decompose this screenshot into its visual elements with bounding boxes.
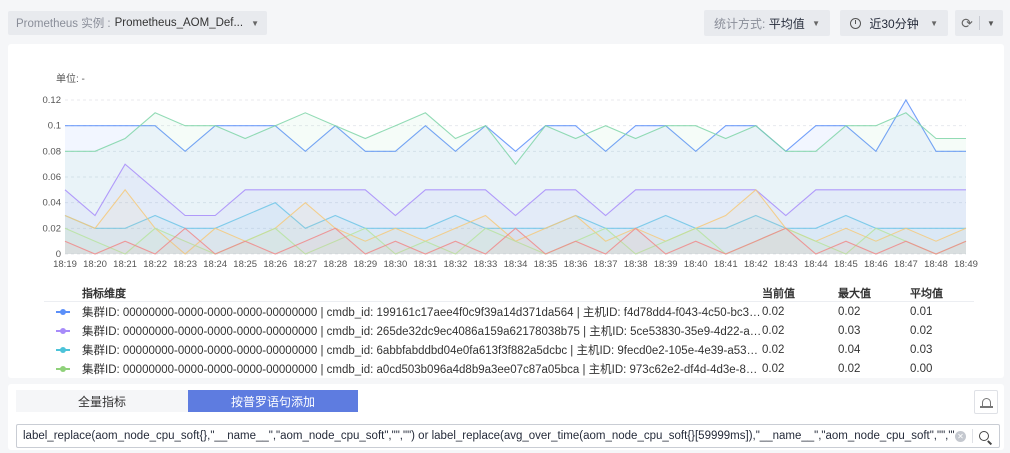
x-tick-label: 18:47 [894,259,918,270]
search-icon[interactable] [979,431,989,441]
legend-dimension: 集群ID: 00000000-0000-0000-0000-00000000 |… [82,344,762,357]
x-tick-label: 18:32 [444,259,468,270]
x-tick-label: 18:26 [263,259,287,270]
refresh-control: ⟳ ▼ [955,10,1003,36]
x-tick-label: 18:43 [774,259,798,270]
x-tick-label: 18:39 [654,259,678,270]
y-tick-label: 0.08 [43,146,62,157]
legend-current: 0.02 [762,305,785,318]
x-tick-label: 18:21 [113,259,137,270]
tab-all-metrics[interactable]: 全量指标 [16,390,188,412]
instance-select-prefix: Prometheus 实例 : [16,18,111,30]
legend-header-current: 当前值 [762,287,795,300]
time-range-select[interactable]: 近30分钟 ▼ [840,10,948,36]
legend-avg: 0.02 [910,324,933,337]
metric-area-chart: 单位: -00.020.040.060.080.10.1218:19 18:20 1… [43,72,978,270]
x-tick-label: 18:20 [83,259,107,270]
x-tick-label: 18:44 [804,259,828,270]
x-tick-label: 18:23 [173,259,197,270]
query-panel: 全量指标 按普罗语句添加 label_replace(aom_node_cpu_… [8,384,1004,450]
x-tick-label: 18:19 [53,259,77,270]
clock-icon [850,17,861,29]
y-tick-label: 0.12 [43,95,62,106]
top-toolbar: Prometheus 实例 : Prometheus_AOM_Def... ▼ … [0,0,1010,44]
legend-header-dimension: 指标维度 [82,287,126,300]
alarm-button[interactable] [974,390,998,414]
legend-row[interactable]: 集群ID: 00000000-0000-0000-0000-00000000 |… [44,302,974,321]
legend-max: 0.02 [838,305,861,318]
x-tick-label: 18:35 [534,259,558,270]
legend-dimension: 集群ID: 00000000-0000-0000-0000-00000000 |… [82,363,762,376]
time-range-value: 近30分钟 [869,16,919,31]
instance-select-value: Prometheus_AOM_Def... [114,17,244,29]
x-tick-label: 18:46 [864,259,888,270]
prometheus-instance-select[interactable]: Prometheus 实例 : Prometheus_AOM_Def... ▼ [8,11,267,35]
legend-max: 0.03 [838,324,861,337]
y-tick-label: 0.06 [43,172,62,183]
series-marker-icon [56,308,70,315]
x-tick-label: 18:45 [834,259,858,270]
legend-header-max: 最大值 [838,287,871,300]
metric-chart-card: 单位: -0 0.02 0.04 0.06 0.08 0.1 0.12 18:19 18:20 1… [8,44,1004,378]
stat-mode-value: 平均值 [768,16,805,31]
series-marker-icon [56,346,70,353]
legend-current: 0.02 [762,343,785,356]
legend-dimension: 集群ID: 00000000-0000-0000-0000-00000000 |… [82,306,762,319]
x-tick-label: 18:41 [714,259,738,270]
legend-avg: 0.01 [910,305,933,318]
tab-add-by-promql[interactable]: 按普罗语句添加 [188,390,358,412]
series-marker-icon [56,365,70,372]
x-tick-label: 18:36 [564,259,588,270]
series-marker-icon [56,327,70,334]
x-tick-label: 18:25 [233,259,257,270]
x-tick-label: 18:49 [954,259,978,270]
x-tick-label: 18:40 [684,259,708,270]
promql-query-input[interactable]: label_replace(aom_node_cpu_soft{},"__nam… [16,424,1000,448]
legend-row[interactable]: 集群ID: 00000000-0000-0000-0000-00000000 |… [44,321,974,340]
x-tick-label: 18:34 [504,259,528,270]
caret-down-icon: ▼ [251,18,259,28]
x-tick-label: 18:38 [624,259,648,270]
divider [972,429,973,443]
legend-table: 指标维度 当前值 最大值 平均值 集群ID: 00000000-0000-000… [44,284,974,378]
promql-query-text[interactable]: label_replace(aom_node_cpu_soft{},"__nam… [23,430,955,442]
legend-dimension: 集群ID: 00000000-0000-0000-0000-00000000 |… [82,325,762,338]
legend-max: 0.04 [838,343,861,356]
x-tick-label: 18:28 [323,259,347,270]
x-tick-label: 18:48 [924,259,948,270]
legend-max: 0.02 [838,362,861,375]
x-tick-label: 18:27 [293,259,317,270]
y-tick-label: 0.02 [43,223,62,234]
legend-row[interactable]: 集群ID: 00000000-0000-0000-0000-00000000 |… [44,359,974,378]
statistic-mode-select[interactable]: 统计方式: 平均值 ▼ [704,10,830,36]
bell-icon [979,397,993,408]
y-tick-label: 0.04 [43,198,62,209]
x-tick-label: 18:29 [353,259,377,270]
x-tick-label: 18:33 [474,259,498,270]
refresh-icon[interactable]: ⟳ [955,15,979,32]
legend-header-row: 指标维度 当前值 最大值 平均值 [44,284,974,302]
caret-down-icon: ▼ [812,18,820,28]
chart-unit-label: 单位: - [56,72,85,85]
legend-row[interactable]: 集群ID: 00000000-0000-0000-0000-00000000 |… [44,340,974,359]
stat-mode-prefix: 统计方式: [714,16,766,31]
x-tick-label: 18:31 [414,259,438,270]
x-tick-label: 18:37 [594,259,618,270]
y-tick-label: 0.1 [48,121,61,132]
x-tick-label: 18:22 [143,259,167,270]
legend-current: 0.02 [762,324,785,337]
x-tick-label: 18:24 [203,259,227,270]
legend-current: 0.02 [762,362,785,375]
legend-avg: 0.00 [910,362,933,375]
legend-avg: 0.03 [910,343,933,356]
caret-down-icon: ▼ [930,18,938,28]
x-tick-label: 18:30 [383,259,407,270]
refresh-options-caret-icon[interactable]: ▼ [980,19,1002,28]
legend-header-avg: 平均值 [910,287,943,300]
clear-icon[interactable]: ✕ [955,430,966,442]
x-tick-label: 18:42 [744,259,768,270]
